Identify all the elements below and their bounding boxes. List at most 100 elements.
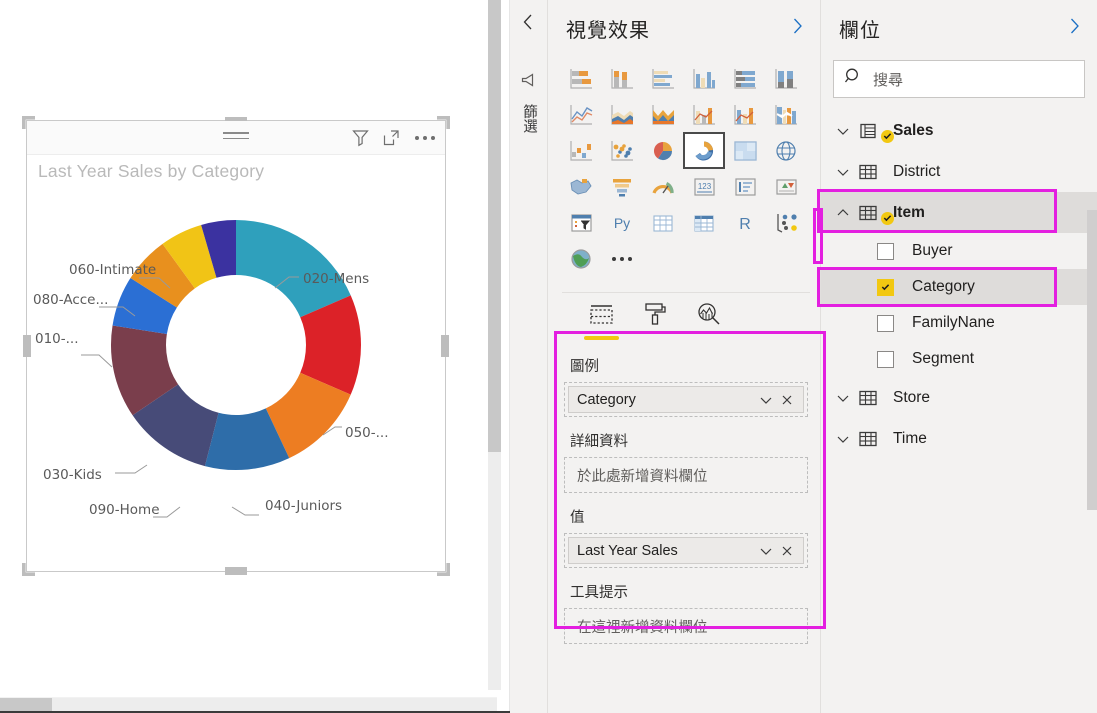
viz-type-card[interactable]: 123 [685,170,723,203]
viz-type-stacked-area-chart[interactable] [644,98,682,131]
viz-type-area-chart[interactable] [603,98,641,131]
fields-table-row-time[interactable]: Time [821,418,1097,459]
viz-type-100-stacked-column-chart[interactable] [767,62,805,95]
field-chip-label: Last Year Sales [577,542,678,559]
fields-table-row-item[interactable]: Item [821,192,1097,233]
filters-rail[interactable]: 篩選 [510,0,548,713]
viz-type-table[interactable] [644,206,682,239]
fields-pane-scrollbar[interactable] [1087,210,1097,510]
viz-type-stacked-bar-chart[interactable] [562,62,600,95]
viz-type-clustered-column-chart[interactable] [685,62,723,95]
chevron-right-icon[interactable] [1066,16,1083,41]
field-checkbox[interactable] [877,278,894,296]
field-checkbox[interactable] [877,350,894,368]
viz-type-key-influencers[interactable] [767,206,805,239]
chevron-down-icon[interactable] [835,392,859,404]
field-checkbox[interactable] [877,242,894,260]
viz-type-ribbon-chart[interactable] [767,98,805,131]
close-icon[interactable] [777,545,797,557]
viz-type-filled-map[interactable] [562,170,600,203]
viz-type-waterfall-chart[interactable] [562,134,600,167]
field-row-segment[interactable]: Segment [821,341,1097,377]
viz-type-slicer[interactable] [562,206,600,239]
field-row-familynane[interactable]: FamilyNane [821,305,1097,341]
scatter-chart-icon [611,140,633,161]
visualization-type-gallery[interactable]: 123 Py R [562,58,810,286]
chevron-down-icon[interactable] [835,433,859,445]
slice-leader-line [81,354,113,368]
viz-type-line-stacked-column-chart[interactable] [685,98,723,131]
chevron-left-icon[interactable] [520,12,537,37]
canvas-vertical-scrollbar-thumb[interactable] [488,0,501,452]
viz-type-100-stacked-bar-chart[interactable] [726,62,764,95]
viz-type-gauge-chart[interactable] [644,170,682,203]
donut-chart-plot[interactable]: 020-Mens 050-... 040-Juniors 090-Home 030-Ki… [27,155,445,571]
field-row-buyer[interactable]: Buyer [821,233,1097,269]
viz-type-multi-row-card[interactable] [726,170,764,203]
paint-roller-icon [645,303,666,325]
fields-tab[interactable] [584,303,619,340]
ribbon-chart-icon [775,104,797,125]
donut-chart-visual[interactable]: Last Year Sales by Category 020-Mens 050-… [22,116,450,576]
chevron-down-icon[interactable] [835,166,859,178]
field-well-dropzone[interactable]: Last Year Sales [564,533,808,568]
viz-type-kpi[interactable] [767,170,805,203]
viz-type-python-visual[interactable]: Py [603,206,641,239]
viz-type-stacked-column-chart[interactable] [603,62,641,95]
viz-type-clustered-bar-chart[interactable] [644,62,682,95]
100-stacked-bar-chart-icon [734,68,756,89]
viz-type-scatter-chart[interactable] [603,134,641,167]
visualization-gallery-row [562,62,810,98]
speaker-icon[interactable] [520,72,538,93]
donut-slice[interactable] [236,220,351,318]
measure-table-icon [859,123,894,143]
chevron-right-icon[interactable] [789,16,806,41]
viz-type-more-visuals[interactable] [603,242,641,275]
search-icon [844,67,863,91]
fields-search-input[interactable]: 搜尋 [833,60,1085,98]
fields-tree[interactable]: Sales District Item Buyer Category FamilyNane… [817,110,1097,459]
fields-pane-title: 欄位 [839,19,881,42]
viz-type-line-chart[interactable] [562,98,600,131]
drag-handle-icon[interactable] [223,132,249,141]
visualization-pane-tabs[interactable] [562,292,810,340]
canvas-vertical-scrollbar[interactable] [488,0,501,690]
fields-table-row-store[interactable]: Store [821,377,1097,418]
format-tab[interactable] [643,301,668,340]
field-well-dropzone[interactable]: Category [564,382,808,417]
field-chip[interactable]: Last Year Sales [568,537,804,564]
chevron-down-icon[interactable] [835,125,859,137]
viz-type-matrix[interactable] [685,206,723,239]
chevron-up-icon[interactable] [835,207,859,219]
fields-table-row-district[interactable]: District [821,151,1097,192]
viz-type-line-clustered-column-chart[interactable] [726,98,764,131]
filter-icon[interactable] [351,128,370,147]
line-stacked-column-chart-icon [693,104,715,125]
more-options-icon[interactable] [413,135,437,140]
viz-type-donut-chart[interactable] [683,132,725,169]
field-row-category[interactable]: Category [821,269,1097,305]
svg-text:Py: Py [614,215,630,231]
fields-table-label: Item [893,203,925,221]
viz-type-arcgis-map[interactable] [562,242,600,275]
viz-type-pie-chart[interactable] [644,134,682,167]
chevron-down-icon[interactable] [755,545,777,557]
field-well-placeholder[interactable]: 在這裡新增資料欄位 [564,608,808,644]
line-chart-icon [570,104,593,125]
chevron-down-icon[interactable] [755,394,777,406]
viz-type-r-visual[interactable]: R [726,206,764,239]
field-well-placeholder[interactable]: 於此處新增資料欄位 [564,457,808,493]
filled-map-icon [570,178,592,194]
fields-table-row-sales[interactable]: Sales [821,110,1097,151]
field-label: Category [912,278,975,295]
field-checkbox[interactable] [877,314,894,332]
viz-type-map[interactable] [767,134,805,167]
close-icon[interactable] [777,394,797,406]
report-canvas[interactable]: Last Year Sales by Category 020-Mens 050-… [0,0,510,713]
slice-leader-line [231,506,259,516]
analytics-tab[interactable] [696,301,722,340]
viz-type-treemap[interactable] [726,134,764,167]
focus-mode-icon[interactable] [382,128,401,147]
field-chip[interactable]: Category [568,386,804,413]
viz-type-funnel-chart[interactable] [603,170,641,203]
